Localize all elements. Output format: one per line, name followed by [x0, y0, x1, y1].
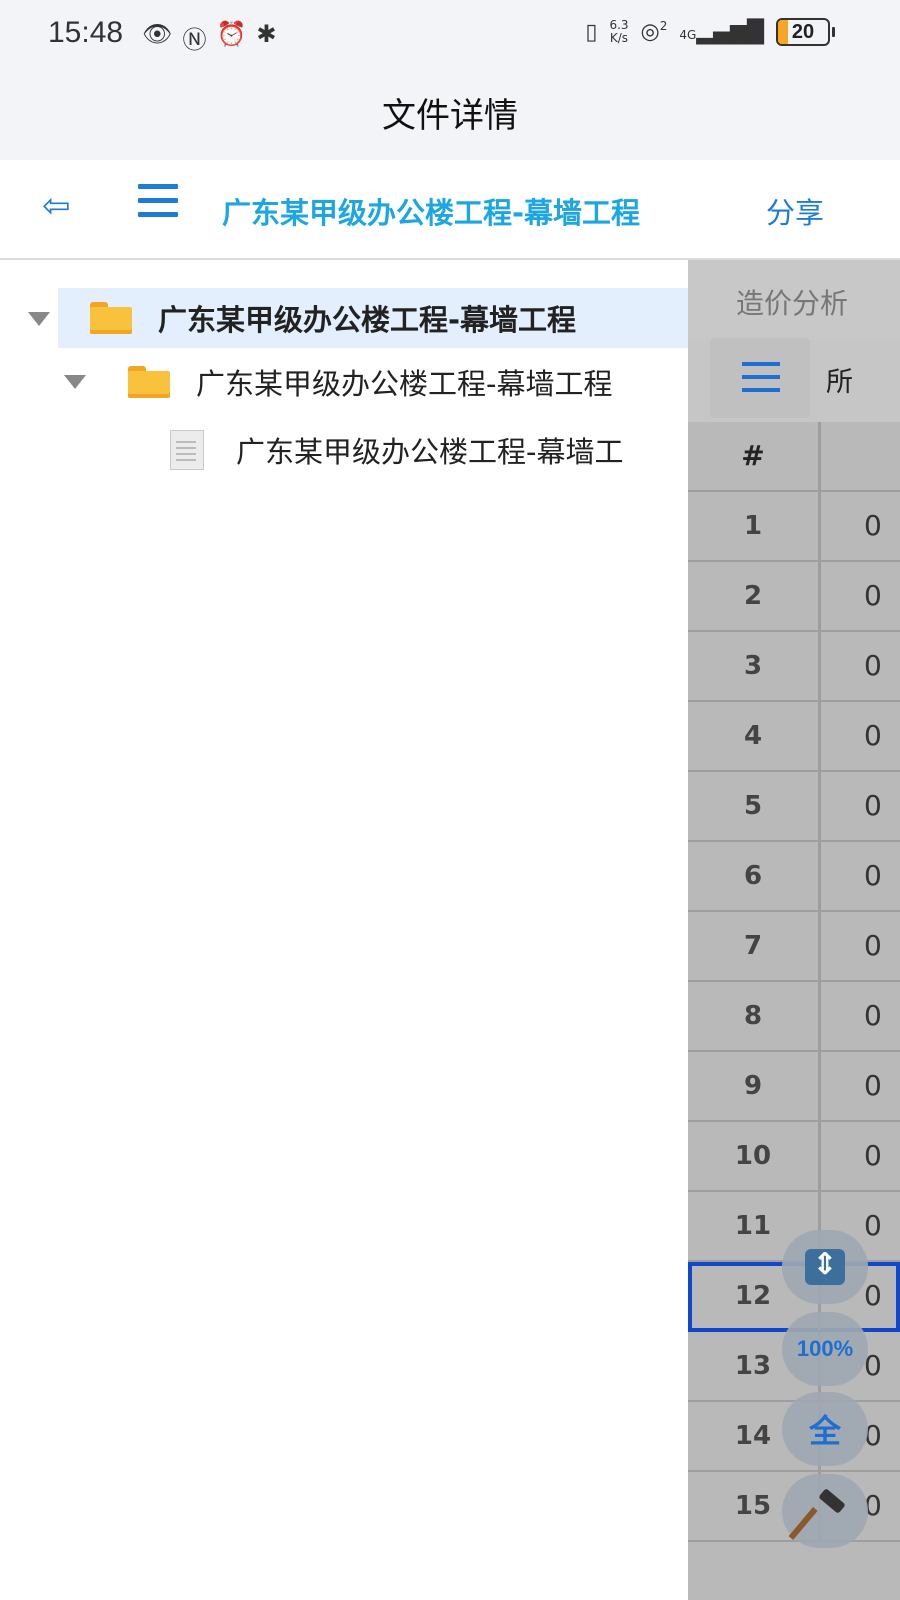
network-speed: 6.3 K/s — [609, 18, 629, 45]
row-value: 0 — [864, 1069, 882, 1102]
folder-icon — [128, 366, 170, 398]
table-row[interactable]: 10 — [688, 492, 900, 562]
row-number: 8 — [688, 982, 821, 1050]
row-number: 6 — [688, 842, 821, 910]
battery-level: 20 — [791, 21, 815, 43]
signal-icon: 4G▂▄▆█ — [679, 19, 764, 45]
row-number: 7 — [688, 912, 821, 980]
row-number: 4 — [688, 702, 821, 770]
fullscreen-button[interactable]: 全 — [782, 1392, 868, 1466]
zoom-button[interactable]: 100% — [782, 1312, 868, 1386]
full-label: 全 — [808, 1412, 841, 1450]
row-number: 9 — [688, 1052, 821, 1120]
tree-item-label: 广东某甲级办公楼工程-幕墙工程 — [158, 303, 577, 337]
table-row[interactable]: 60 — [688, 842, 900, 912]
up-down-arrows-icon — [805, 1247, 845, 1285]
vibrate-icon: ▯ — [585, 19, 598, 45]
alarm-icon: ⏰ — [216, 20, 247, 48]
status-left-icons: 👁 Ⓝ ⏰ ✱ — [142, 20, 276, 55]
expand-caret-icon[interactable] — [28, 312, 50, 326]
share-button[interactable]: 分享 — [766, 190, 824, 232]
table-row[interactable]: 70 — [688, 912, 900, 982]
tree-item-file[interactable]: 广东某甲级办公楼工程-幕墙工 — [170, 420, 688, 480]
eye-icon: 👁 — [142, 20, 173, 48]
app-title-bar: 文件详情 — [0, 72, 900, 160]
status-time: 15:48 — [48, 16, 124, 49]
tool-button[interactable] — [782, 1474, 868, 1548]
row-value: 0 — [864, 999, 882, 1032]
row-value: 0 — [864, 1209, 882, 1242]
row-number: 2 — [688, 562, 821, 630]
folder-icon — [90, 302, 132, 334]
hammer-icon — [788, 1488, 847, 1540]
table-row[interactable]: 90 — [688, 1052, 900, 1122]
hotspot-icon: ◎2 — [640, 19, 668, 45]
row-number: 5 — [688, 772, 821, 840]
battery-icon: 20 — [776, 18, 835, 46]
tab-cost-analysis[interactable]: 造价分析 — [688, 260, 900, 340]
row-value: 0 — [864, 649, 882, 682]
row-value: 0 — [864, 719, 882, 752]
status-right-icons: ▯ 6.3 K/s ◎2 4G▂▄▆█ 20 — [585, 18, 835, 46]
table-row[interactable]: 80 — [688, 982, 900, 1052]
tab-label: 造价分析 — [736, 287, 849, 320]
toolbar: ⇦ 广东某甲级办公楼工程-幕墙工程 分享 — [0, 160, 900, 260]
column-header: # — [688, 422, 821, 490]
row-value: 0 — [864, 509, 882, 542]
row-number: 1 — [688, 492, 821, 560]
table-row[interactable]: 40 — [688, 702, 900, 772]
table-header-row: # — [688, 422, 900, 492]
tree-item-label: 广东某甲级办公楼工程-幕墙工 — [236, 435, 624, 469]
back-arrow-icon[interactable]: ⇦ — [42, 186, 71, 226]
tree-item-label: 广东某甲级办公楼工程-幕墙工程 — [196, 367, 613, 401]
expand-caret-icon[interactable] — [64, 375, 86, 389]
nfc-icon: Ⓝ — [182, 26, 207, 54]
panel-menu-icon[interactable] — [710, 338, 810, 418]
status-bar: 15:48 👁 Ⓝ ⏰ ✱ ▯ 6.3 K/s ◎2 4G▂▄▆█ 20 — [0, 0, 900, 72]
resize-button[interactable] — [782, 1230, 868, 1304]
table-row[interactable]: 30 — [688, 632, 900, 702]
row-value: 0 — [864, 929, 882, 962]
bluetooth-battery-icon: ✱ — [256, 20, 277, 48]
row-number: 3 — [688, 632, 821, 700]
document-icon — [170, 430, 204, 470]
tree-item-subfolder[interactable]: 广东某甲级办公楼工程-幕墙工程 — [64, 352, 688, 412]
project-title: 广东某甲级办公楼工程-幕墙工程 — [222, 196, 641, 230]
panel-toolbar-label[interactable]: 所 — [826, 360, 853, 399]
table-row[interactable]: 20 — [688, 562, 900, 632]
tree-item-root-folder[interactable]: 广东某甲级办公楼工程-幕墙工程 — [58, 288, 688, 348]
table-row[interactable]: 10 0 — [688, 1122, 900, 1192]
file-tree: 广东某甲级办公楼工程-幕墙工程 广东某甲级办公楼工程-幕墙工程 广东某甲级办公楼… — [0, 260, 688, 1600]
hamburger-menu-icon[interactable] — [138, 184, 178, 224]
row-value: 0 — [864, 859, 882, 892]
zoom-label: 100% — [796, 1336, 854, 1361]
side-panel: 造价分析 所 #1 0 2 0 3 0 4 0 5 0 6 0 7 0 8 0 9 0 10 0 11 0 12 0 13 0 14… — [688, 260, 900, 1600]
table-row[interactable]: 50 — [688, 772, 900, 842]
row-value: 0 — [864, 789, 882, 822]
row-number: 10 — [688, 1122, 821, 1190]
row-value: 0 — [864, 579, 882, 612]
page-title: 文件详情 — [382, 96, 518, 136]
row-value: 0 — [864, 1139, 882, 1172]
